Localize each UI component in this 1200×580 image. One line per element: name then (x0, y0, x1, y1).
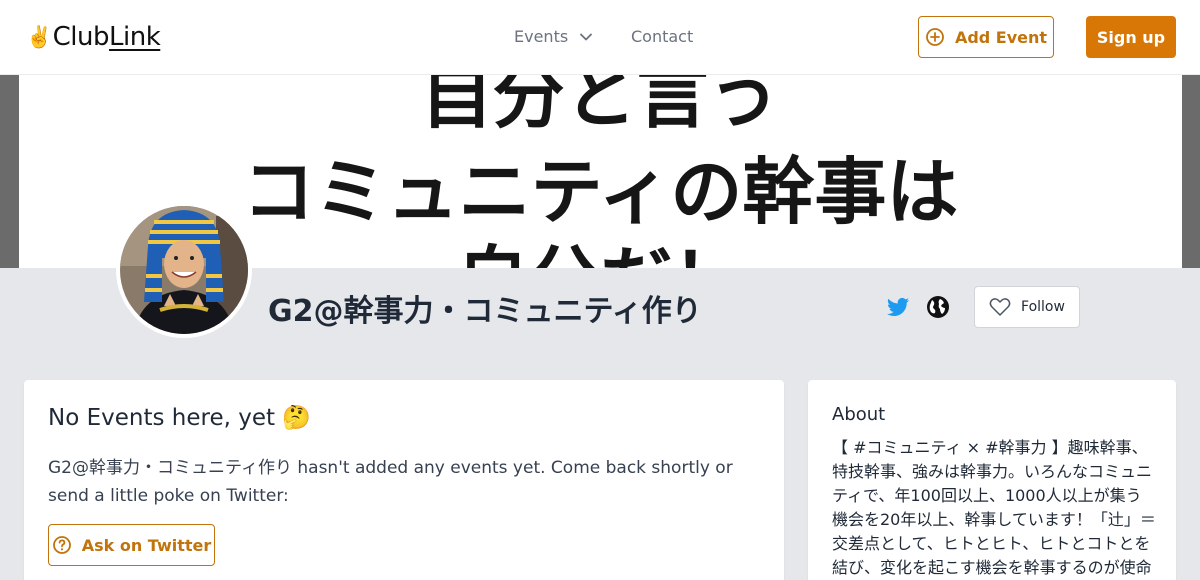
heart-icon (989, 298, 1011, 316)
add-event-button[interactable]: Add Event (918, 16, 1054, 58)
chevron-down-icon (580, 33, 593, 40)
globe-icon[interactable] (926, 295, 950, 319)
events-empty-message: G2@幹事力・コミュニティ作り hasn't added any events … (48, 458, 733, 506)
logo-link-text: Link (109, 22, 161, 52)
profile-avatar (116, 202, 252, 338)
add-event-label: Add Event (954, 27, 1048, 47)
about-card: About 【 #コミュニティ × #幹事力 】趣味幹事、特技幹事、強みは幹事力… (808, 380, 1176, 580)
follow-button[interactable]: Follow (974, 286, 1080, 328)
follow-label: Follow (1021, 299, 1065, 315)
twitter-icon[interactable] (886, 295, 910, 319)
profile-name: G2@幹事力・コミュニティ作り (268, 294, 702, 329)
avatar-photo (120, 206, 248, 334)
sign-up-button[interactable]: Sign up (1086, 16, 1176, 58)
banner-line-1: 自分と言う (420, 75, 781, 138)
ask-on-twitter-label: Ask on Twitter (81, 535, 212, 555)
about-description: 【 #コミュニティ × #幹事力 】趣味幹事、特技幹事、強みは幹事力。いろんなコ… (832, 438, 1156, 577)
clublink-logo[interactable]: ✌️ Club Link (26, 22, 161, 52)
ask-on-twitter-button[interactable]: Ask on Twitter (48, 524, 215, 566)
events-empty-title: No Events here, yet 🤔 (48, 405, 311, 431)
about-title: About (832, 404, 886, 425)
question-circle-icon (52, 536, 71, 554)
plus-circle-icon (926, 28, 944, 46)
victory-hand-icon: ✌️ (26, 24, 52, 49)
nav-events-label: Events (514, 27, 569, 46)
logo-club-text: Club (52, 22, 110, 52)
nav-events-dropdown[interactable]: Events (514, 27, 593, 46)
events-card: No Events here, yet 🤔 G2@幹事力・コミュニティ作り ha… (24, 380, 784, 580)
top-navbar: ✌️ Club Link Events Contact Add Event Si… (0, 0, 1200, 75)
nav-contact-label: Contact (631, 27, 694, 46)
sign-up-label: Sign up (1096, 27, 1166, 47)
nav-contact-link[interactable]: Contact (631, 27, 693, 46)
